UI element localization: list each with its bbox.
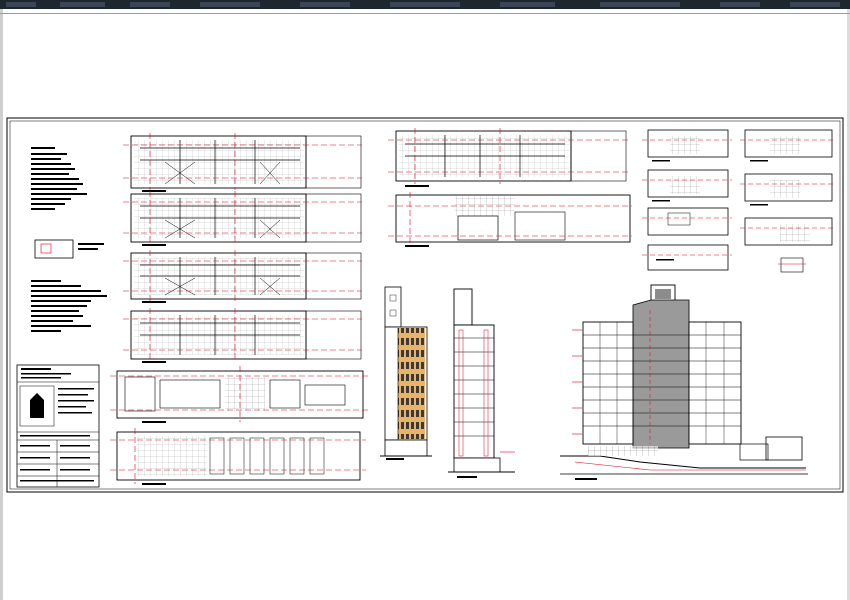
drawing-sheet — [6, 117, 844, 493]
unit-plan-a — [642, 129, 732, 162]
unit-plan-c — [642, 169, 732, 202]
front-elevation — [380, 286, 432, 460]
unit-plan-g — [642, 244, 732, 271]
unit-plan-e — [642, 207, 732, 236]
terrace-plan — [388, 192, 632, 247]
general-notes — [31, 147, 87, 210]
floor-plan-level-3 — [123, 250, 362, 303]
unit-plan-f — [740, 217, 836, 246]
specification-notes — [31, 280, 107, 332]
roof-plan — [388, 128, 628, 187]
floor-plan-level-4 — [123, 308, 362, 363]
floor-plan-ground — [110, 366, 368, 423]
unit-plan-b — [740, 129, 836, 162]
detail-small — [778, 257, 806, 273]
side-section — [448, 288, 515, 478]
longitudinal-section — [560, 284, 808, 480]
floor-plan-level-2 — [123, 191, 362, 246]
title-block — [16, 364, 100, 488]
key-plan — [34, 239, 104, 259]
floor-plan-level-1 — [123, 133, 362, 192]
floor-plan-basement — [110, 428, 366, 485]
unit-plan-d — [740, 173, 836, 206]
